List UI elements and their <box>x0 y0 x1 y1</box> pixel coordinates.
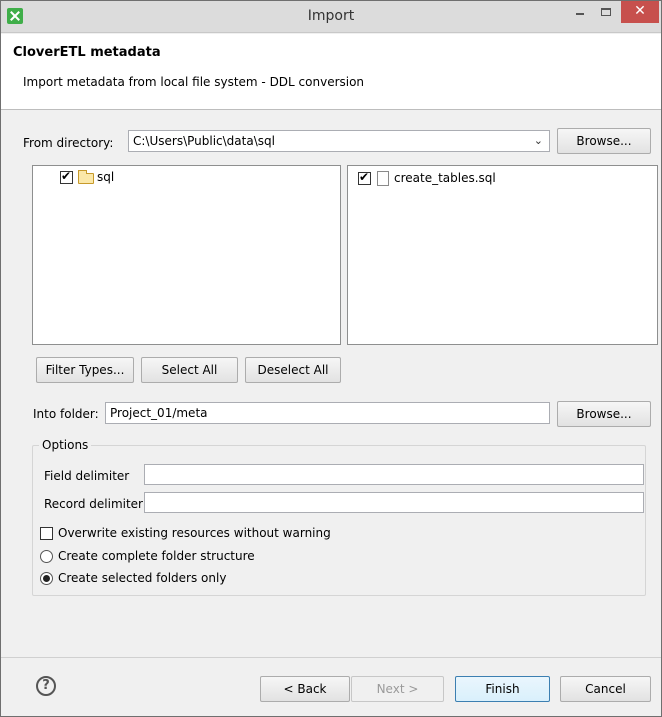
filter-types-button[interactable]: Filter Types... <box>36 357 134 383</box>
create-selected-folders-radio[interactable] <box>40 572 53 585</box>
maximize-icon <box>601 8 611 16</box>
create-complete-structure-label[interactable]: Create complete folder structure <box>58 549 255 563</box>
select-all-button[interactable]: Select All <box>141 357 238 383</box>
browse-directory-button[interactable]: Browse... <box>557 128 651 154</box>
create-selected-folders-label[interactable]: Create selected folders only <box>58 571 226 585</box>
file-list[interactable]: create_tables.sql <box>347 165 658 345</box>
options-group-title: Options <box>39 438 92 452</box>
tree-item-label-sql[interactable]: sql <box>97 170 114 184</box>
into-folder-label: Into folder: <box>33 407 99 421</box>
create-complete-structure-radio[interactable] <box>40 550 53 563</box>
overwrite-checkbox[interactable] <box>40 527 53 540</box>
browse-folder-button[interactable]: Browse... <box>557 401 651 427</box>
back-button[interactable]: < Back <box>260 676 350 702</box>
folder-tree[interactable]: sql <box>32 165 341 345</box>
banner-title: CloverETL metadata <box>13 45 161 60</box>
tree-item-checkbox-sql[interactable] <box>60 169 73 184</box>
close-button[interactable]: ✕ <box>621 1 659 23</box>
footer-separator <box>1 657 661 658</box>
finish-button[interactable]: Finish <box>455 676 550 702</box>
from-directory-combo[interactable]: C:\Users\Public\data\sql ⌄ <box>128 130 550 152</box>
chevron-down-icon[interactable]: ⌄ <box>534 134 543 147</box>
window-title: Import <box>307 8 355 24</box>
overwrite-label[interactable]: Overwrite existing resources without war… <box>58 526 331 540</box>
minimize-icon <box>576 13 584 15</box>
wizard-banner: CloverETL metadata Import metadata from … <box>1 34 661 110</box>
help-icon[interactable]: ? <box>36 676 56 696</box>
record-delimiter-label: Record delimiter <box>44 497 143 511</box>
deselect-all-button[interactable]: Deselect All <box>245 357 341 383</box>
cancel-button[interactable]: Cancel <box>560 676 651 702</box>
banner-description: Import metadata from local file system -… <box>23 75 365 89</box>
close-icon: ✕ <box>634 3 646 19</box>
field-delimiter-label: Field delimiter <box>44 469 130 483</box>
field-delimiter-field[interactable] <box>144 464 644 485</box>
title-bar: Import ✕ <box>1 1 661 33</box>
record-delimiter-field[interactable] <box>144 492 644 513</box>
file-icon <box>377 171 389 186</box>
file-item-checkbox-create-tables[interactable] <box>358 170 371 185</box>
file-item-label-create-tables[interactable]: create_tables.sql <box>394 171 496 185</box>
from-directory-label: From directory: <box>23 136 114 150</box>
folder-open-icon <box>78 170 94 184</box>
import-dialog: Import ✕ CloverETL metadata Import metad… <box>0 0 662 717</box>
minimize-button[interactable] <box>567 1 593 23</box>
into-folder-field[interactable]: Project_01/meta <box>105 402 550 424</box>
maximize-button[interactable] <box>593 1 619 23</box>
next-button[interactable]: Next > <box>351 676 444 702</box>
from-directory-value: C:\Users\Public\data\sql <box>133 134 275 148</box>
